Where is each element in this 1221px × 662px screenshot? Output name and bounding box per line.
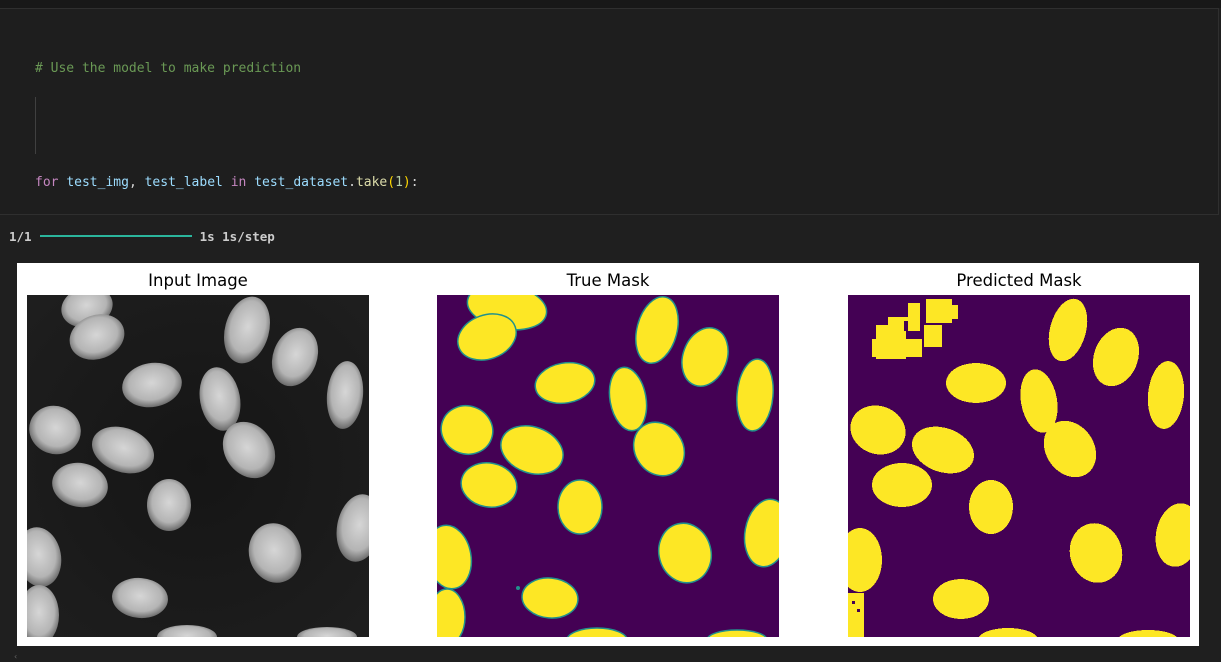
panel-true-mask: True Mask [437,263,779,646]
window-top-border [0,0,1221,8]
progress-bar [39,235,192,237]
panel-title-true-mask: True Mask [566,271,650,290]
predicted-mask-image [848,295,1190,637]
progress-time: 1s 1s/step [199,228,275,244]
panel-input-image: Input Image [27,263,369,646]
code-line-3: for test_img, test_label in test_dataset… [35,175,419,190]
panel-title-predicted-mask: Predicted Mask [956,271,1082,290]
input-image [27,295,369,637]
panel-title-input: Input Image [148,271,248,290]
panel-predicted-mask: Predicted Mask [848,263,1190,646]
output-figure: Input Image True Mask Predicted Mask [17,263,1199,646]
true-mask-image [437,295,779,637]
progress-output: 1/1 1s 1s/step [9,228,275,244]
chevron-left-icon[interactable]: ‹ [14,653,20,661]
progress-count: 1/1 [9,228,32,244]
code-cell[interactable]: # Use the model to make prediction for t… [0,8,1219,532]
code-line-1: # Use the model to make prediction [35,61,302,76]
